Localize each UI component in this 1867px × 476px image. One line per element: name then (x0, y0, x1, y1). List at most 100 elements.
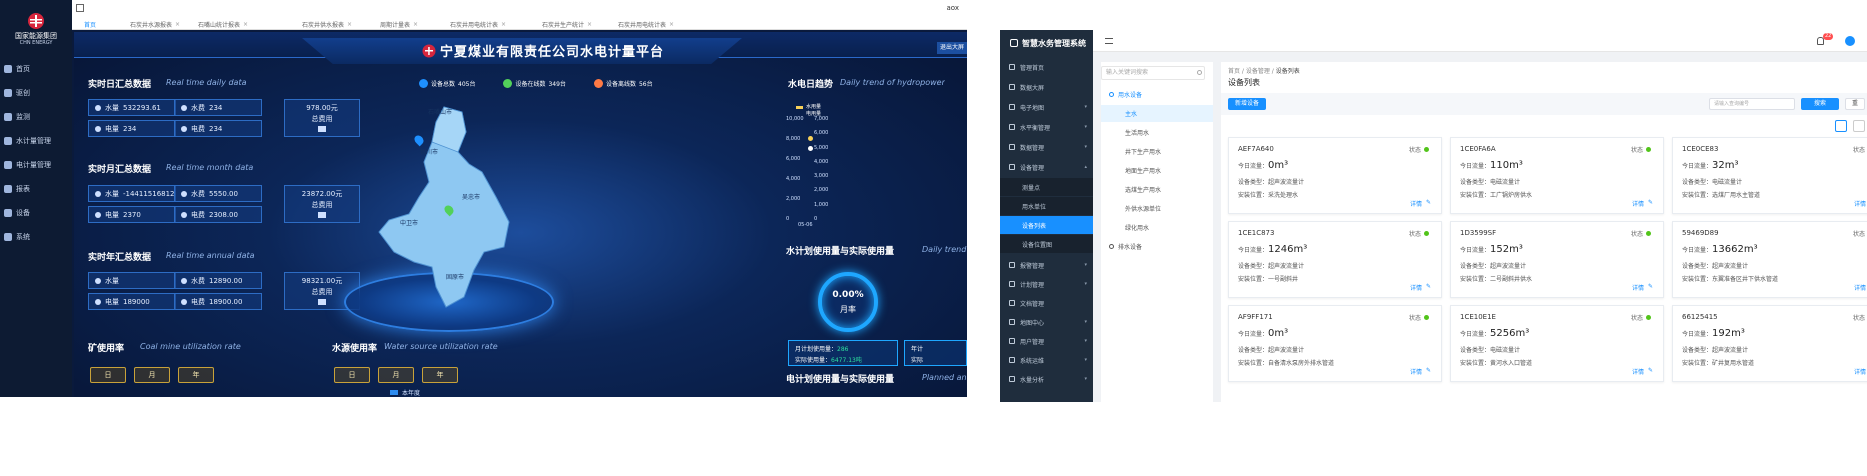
nav-item[interactable]: 系统 (4, 230, 70, 244)
nav-item[interactable]: 电计量管理 (4, 158, 70, 172)
tree-item[interactable]: 井下生产用水 (1101, 143, 1213, 160)
source-month-button[interactable]: 月 (378, 367, 414, 383)
tab[interactable]: 石炭井水源报表 × (130, 19, 180, 30)
mine-year-button[interactable]: 年 (178, 367, 214, 383)
exit-fullscreen-button[interactable]: 退出大屏 (937, 42, 967, 54)
tree-item[interactable]: 排水设备 (1101, 238, 1213, 255)
close-icon[interactable]: × (175, 21, 180, 28)
sidebar-item[interactable]: 水平衡管理 ▾ (1000, 118, 1093, 136)
user-text[interactable]: aox (947, 4, 960, 12)
sidebar-item[interactable]: 电子地图 ▾ (1000, 98, 1093, 116)
nav-item[interactable]: 设备 (4, 206, 70, 220)
source-day-button[interactable]: 日 (334, 367, 370, 383)
tab-bar: aox 首页 石炭井水源报表 × 石嘴山统计报表 × 石炭井供水报表 × 周期计量表 × 石炭井用… (72, 0, 967, 30)
tree-item[interactable]: 主水 (1101, 105, 1213, 122)
nav-item-label: 系统 (16, 233, 30, 241)
add-device-button[interactable]: 新增设备 (1228, 98, 1266, 110)
sidebar-subitem[interactable]: 测量点 (1000, 178, 1093, 196)
tree-item[interactable]: 用水设备 (1101, 86, 1213, 103)
mine-day-button[interactable]: 日 (90, 367, 126, 383)
sidebar-item[interactable]: 报警管理 ▾ (1000, 256, 1093, 274)
close-icon[interactable]: × (669, 21, 674, 28)
tree-item[interactable]: 选煤生产用水 (1101, 181, 1213, 198)
detail-link[interactable]: 详情✎ (1854, 367, 1867, 376)
tab[interactable]: 首页 (84, 19, 96, 30)
tab[interactable]: 石炭井供水报表 × (302, 19, 352, 30)
device-card[interactable]: 59469D89 状态 今日流量：13662m³ 设备类型：超声波流量计 安装位置：东翼… (1672, 221, 1867, 298)
device-card[interactable]: AEF7A640 状态 今日流量：0m³ 设备类型：超声波流量计 安装位置：采洗处理水详… (1228, 137, 1442, 214)
close-icon[interactable]: × (587, 21, 592, 28)
reset-button[interactable]: 重 (1845, 98, 1865, 110)
device-card[interactable]: 66125415 状态 今日流量：192m³ 设备类型：超声波流量计 安装位置：矿井复用… (1672, 305, 1867, 382)
device-card[interactable]: 1CE1C873 状态 今日流量：1246m³ 设备类型：超声波流量计 安装位置：一号副… (1228, 221, 1442, 298)
sidebar-item[interactable]: 地图中心 ▾ (1000, 313, 1093, 331)
tab[interactable]: 石嘴山统计报表 × (198, 19, 248, 30)
detail-link[interactable]: 详情✎ (1854, 199, 1867, 208)
device-card[interactable]: AF9FF171 状态 今日流量：0m³ 设备类型：超声波流量计 安装位置：自备清水泵房… (1228, 305, 1442, 382)
close-icon[interactable]: × (347, 21, 352, 28)
edit-icon[interactable]: ✎ (1648, 367, 1653, 376)
tab[interactable]: 石炭井生产统计 × (542, 19, 592, 30)
nav-item[interactable]: 监测 (4, 110, 70, 124)
close-icon[interactable]: × (501, 21, 506, 28)
sidebar-item[interactable]: 水量分析 ▾ (1000, 370, 1093, 388)
flow-label: 今日流量： (1682, 247, 1713, 254)
tab[interactable]: 石炭井用电统计表 × (450, 19, 506, 30)
detail-link[interactable]: 详情✎ (1854, 283, 1867, 292)
detail-link[interactable]: 详情✎ (1632, 199, 1653, 208)
tree-item[interactable]: 地面生产用水 (1101, 162, 1213, 179)
sidebar-item[interactable]: 计划管理 ▾ (1000, 275, 1093, 293)
detail-link[interactable]: 详情✎ (1632, 283, 1653, 292)
nav-item[interactable]: 首页 (4, 62, 70, 76)
tree-item[interactable]: 生活用水 (1101, 124, 1213, 141)
device-card[interactable]: 1D3599SF 状态 今日流量：152m³ 设备类型：超声波流量计 安装位置：二号副斜… (1450, 221, 1664, 298)
edit-icon[interactable]: ✎ (1426, 199, 1431, 208)
sidebar-item[interactable]: 系统运维 ▾ (1000, 351, 1093, 369)
device-code: 59469D89 (1682, 229, 1719, 237)
grid-view-icon[interactable] (1835, 120, 1847, 132)
hydro-point (808, 136, 813, 141)
tab[interactable]: 石炭井用电统计表 × (618, 19, 674, 30)
hamburger-icon[interactable] (1105, 38, 1113, 44)
nav-item[interactable]: 驱创 (4, 86, 70, 100)
sidebar-item[interactable]: 数据管理 ▾ (1000, 138, 1093, 156)
detail-link[interactable]: 详情✎ (1410, 283, 1431, 292)
sidebar-subitem[interactable]: 用水单位 (1000, 197, 1093, 215)
edit-icon[interactable]: ✎ (1426, 283, 1431, 292)
close-icon[interactable]: × (243, 21, 248, 28)
detail-link[interactable]: 详情✎ (1410, 367, 1431, 376)
device-card[interactable]: 1CE0CE83 状态 今日流量：32m³ 设备类型：电磁流量计 安装位置：选煤厂用水主… (1672, 137, 1867, 214)
water-plan-year-box: 年计 实际 (904, 340, 967, 366)
close-icon[interactable]: × (413, 21, 418, 28)
sidebar-item-label: 设备管理 (1020, 164, 1045, 172)
sidebar-subitem[interactable]: 设备位置图 (1000, 235, 1093, 253)
sidebar-item[interactable]: 管理首页 (1000, 58, 1093, 76)
menu-toggle-icon[interactable] (76, 4, 84, 12)
sidebar-item[interactable]: 用户管理 ▾ (1000, 332, 1093, 350)
sidebar-item[interactable]: 设备管理 ▴ (1000, 158, 1093, 176)
sidebar-item[interactable]: 文档管理 (1000, 294, 1093, 312)
list-view-icon[interactable] (1853, 120, 1865, 132)
detail-link[interactable]: 详情✎ (1410, 199, 1431, 208)
nav-item[interactable]: 水计量管理 (4, 134, 70, 148)
tab[interactable]: 周期计量表 × (380, 19, 418, 30)
avatar[interactable] (1845, 36, 1855, 46)
mine-month-button[interactable]: 月 (134, 367, 170, 383)
tree-search-input[interactable]: 输入关键词搜索 (1101, 66, 1205, 80)
nav-item[interactable]: 报表 (4, 182, 70, 196)
sidebar-item[interactable]: 数据大屏 (1000, 78, 1093, 96)
source-year-button[interactable]: 年 (422, 367, 458, 383)
device-card[interactable]: 1CE10E1E 状态 今日流量：5256m³ 设备类型：电磁流量计 安装位置：黄河水入… (1450, 305, 1664, 382)
type-value: 超声波流量计 (1268, 179, 1305, 186)
search-button[interactable]: 搜索 (1801, 98, 1839, 110)
sidebar-subitem[interactable]: 设备列表 (1000, 216, 1093, 234)
query-input[interactable]: 请输入查询编号 (1709, 98, 1795, 110)
gear-icon (4, 89, 12, 97)
edit-icon[interactable]: ✎ (1648, 199, 1653, 208)
edit-icon[interactable]: ✎ (1648, 283, 1653, 292)
detail-link[interactable]: 详情✎ (1632, 367, 1653, 376)
tree-item[interactable]: 外供水源单位 (1101, 200, 1213, 217)
device-card[interactable]: 1CE0FA6A 状态 今日流量：110m³ 设备类型：电磁流量计 安装位置：工广锅炉房… (1450, 137, 1664, 214)
edit-icon[interactable]: ✎ (1426, 367, 1431, 376)
tree-item[interactable]: 绿化用水 (1101, 219, 1213, 236)
